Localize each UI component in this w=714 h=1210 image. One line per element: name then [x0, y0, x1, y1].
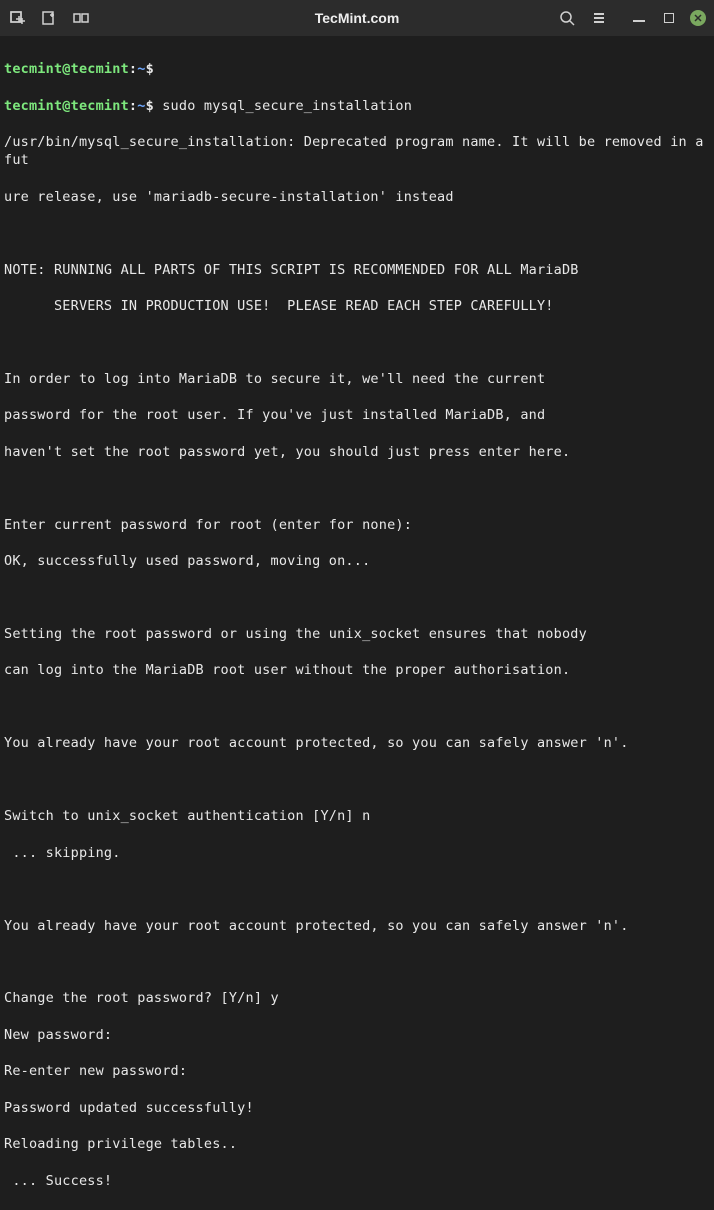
output-line: In order to log into MariaDB to secure i… — [4, 370, 710, 388]
close-button[interactable] — [690, 10, 706, 26]
output-line: Change the root password? [Y/n] y — [4, 989, 710, 1007]
titlebar-left-controls — [8, 9, 90, 27]
maximize-button[interactable] — [660, 9, 678, 27]
output-line: haven't set the root password yet, you s… — [4, 443, 710, 461]
window-controls — [630, 9, 706, 27]
new-tab-icon[interactable] — [8, 9, 26, 27]
output-line: Switch to unix_socket authentication [Y/… — [4, 807, 710, 825]
terminal-area[interactable]: tecmint@tecmint:~$ tecmint@tecmint:~$ su… — [0, 36, 714, 1210]
minimize-button[interactable] — [630, 9, 648, 27]
prompt-path: ~ — [137, 61, 145, 77]
output-line — [4, 953, 710, 971]
output-line — [4, 334, 710, 352]
output-line — [4, 589, 710, 607]
titlebar: TecMint.com — [0, 0, 714, 36]
search-icon[interactable] — [558, 9, 576, 27]
output-line: Reloading privilege tables.. — [4, 1135, 710, 1153]
prompt-symbol: $ — [146, 61, 154, 77]
command-text: sudo mysql_secure_installation — [162, 98, 412, 114]
output-line: New password: — [4, 1026, 710, 1044]
output-line — [4, 698, 710, 716]
output-line: Setting the root password or using the u… — [4, 625, 710, 643]
prompt-user: tecmint@tecmint — [4, 61, 129, 77]
output-line: password for the root user. If you've ju… — [4, 406, 710, 424]
output-line: Re-enter new password: — [4, 1062, 710, 1080]
prompt-line-empty: tecmint@tecmint:~$ — [4, 60, 710, 78]
output-line: ... skipping. — [4, 844, 710, 862]
output-line: can log into the MariaDB root user witho… — [4, 661, 710, 679]
output-line: You already have your root account prote… — [4, 917, 710, 935]
output-line: /usr/bin/mysql_secure_installation: Depr… — [4, 133, 710, 169]
prompt-path: ~ — [137, 98, 145, 114]
prompt-line-command: tecmint@tecmint:~$ sudo mysql_secure_ins… — [4, 97, 710, 115]
output-line: Password updated successfully! — [4, 1099, 710, 1117]
output-line: ure release, use 'mariadb-secure-install… — [4, 188, 710, 206]
output-line: ... Success! — [4, 1172, 710, 1190]
split-icon[interactable] — [72, 9, 90, 27]
prompt-symbol: $ — [146, 98, 154, 114]
output-line: Enter current password for root (enter f… — [4, 516, 710, 534]
new-window-icon[interactable] — [40, 9, 58, 27]
output-line: NOTE: RUNNING ALL PARTS OF THIS SCRIPT I… — [4, 261, 710, 279]
output-line: You already have your root account prote… — [4, 734, 710, 752]
output-line: OK, successfully used password, moving o… — [4, 552, 710, 570]
output-line — [4, 771, 710, 789]
output-line — [4, 224, 710, 242]
output-line: SERVERS IN PRODUCTION USE! PLEASE READ E… — [4, 297, 710, 315]
window-title: TecMint.com — [315, 10, 400, 26]
output-line — [4, 479, 710, 497]
prompt-user: tecmint@tecmint — [4, 98, 129, 114]
menu-icon[interactable] — [590, 9, 608, 27]
titlebar-right-controls — [558, 9, 706, 27]
prompt-separator: : — [129, 98, 137, 114]
prompt-separator: : — [129, 61, 137, 77]
output-line — [4, 880, 710, 898]
